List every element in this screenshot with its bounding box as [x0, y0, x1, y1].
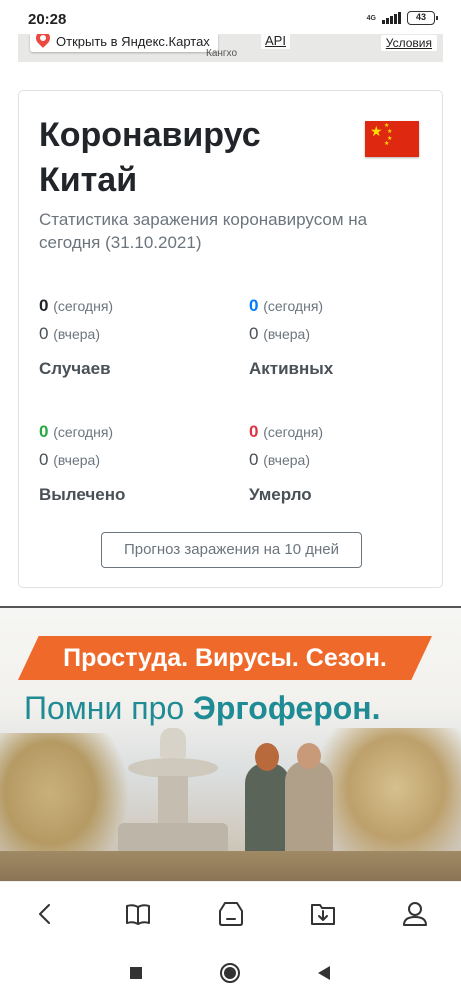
status-bar: 20:28 4G 43	[0, 0, 461, 34]
yesterday-suffix: (вчера)	[263, 452, 310, 468]
active-today: 0 (сегодня)	[249, 296, 439, 316]
ad-tagline: Помни про Эргоферон.	[24, 690, 381, 727]
deaths-yesterday: 0 (вчера)	[249, 450, 439, 470]
stats-subtitle: Статистика заражения коронавирусом на се…	[39, 210, 368, 252]
stat-cases: 0 (сегодня) 0 (вчера) Случаев	[39, 296, 229, 379]
active-yesterday: 0 (вчера)	[249, 324, 439, 344]
active-today-value: 0	[249, 296, 259, 315]
status-indicators: 4G 43	[366, 11, 438, 25]
today-suffix: (сегодня)	[263, 298, 324, 314]
today-suffix: (сегодня)	[53, 424, 114, 440]
browser-bottom-nav	[0, 881, 461, 945]
ad-tagline-prefix: Помни про	[24, 690, 194, 726]
back-icon[interactable]	[30, 899, 60, 929]
battery-icon: 43	[407, 11, 438, 25]
today-suffix: (сегодня)	[263, 424, 324, 440]
forecast-button[interactable]: Прогноз заражения на 10 дней	[101, 532, 362, 568]
china-flag-icon: ★ ★ ★ ★ ★	[365, 121, 419, 157]
title-line-2: Китай	[39, 161, 138, 199]
cases-today-value: 0	[39, 296, 49, 315]
deaths-label: Умерло	[249, 485, 312, 504]
stat-active: 0 (сегодня) 0 (вчера) Активных	[249, 296, 439, 379]
home-icon[interactable]	[218, 961, 242, 985]
deaths-today: 0 (сегодня)	[249, 422, 439, 442]
recovered-today: 0 (сегодня)	[39, 422, 229, 442]
map-api-link[interactable]: API	[261, 34, 290, 49]
bookmarks-icon[interactable]	[123, 899, 153, 929]
flag-star-icon: ★	[370, 123, 383, 139]
recovered-yesterday-value: 0	[39, 450, 49, 469]
downloads-icon[interactable]	[308, 899, 338, 929]
stat-deaths: 0 (сегодня) 0 (вчера) Умерло	[249, 422, 439, 505]
network-type: 4G	[366, 14, 376, 22]
open-in-yandex-maps-label: Открыть в Яндекс.Картах	[56, 34, 210, 49]
deaths-yesterday-value: 0	[249, 450, 259, 469]
recovered-label: Вылечено	[39, 485, 126, 504]
cases-label: Случаев	[39, 359, 111, 378]
map-terms-link[interactable]: Условия	[380, 35, 437, 51]
recent-apps-icon[interactable]	[124, 961, 148, 985]
recovered-today-value: 0	[39, 422, 49, 441]
stat-recovered: 0 (сегодня) 0 (вчера) Вылечено	[39, 422, 229, 505]
cases-today: 0 (сегодня)	[39, 296, 229, 316]
ad-headline: Простуда. Вирусы. Сезон.	[18, 636, 432, 680]
map-pin-icon	[33, 34, 53, 48]
embedded-map[interactable]: Открыть в Яндекс.Картах API Кангхо Услов…	[18, 34, 443, 62]
yesterday-suffix: (вчера)	[53, 326, 100, 342]
stats-card: Коронавирус Китай ★ ★ ★ ★ ★ Статистика з…	[18, 90, 443, 588]
system-nav-bar	[0, 945, 461, 1000]
yesterday-suffix: (вчера)	[263, 326, 310, 342]
today-suffix: (сегодня)	[53, 298, 114, 314]
ad-banner[interactable]: Простуда. Вирусы. Сезон. Помни про Эргоф…	[0, 606, 461, 881]
ad-brand: Эргоферон.	[193, 690, 381, 726]
map-city-label: Кангхо	[206, 48, 238, 59]
active-yesterday-value: 0	[249, 324, 259, 343]
tabs-icon[interactable]	[216, 899, 246, 929]
cases-yesterday-value: 0	[39, 324, 49, 343]
active-label: Активных	[249, 359, 334, 378]
open-in-yandex-maps-link[interactable]: Открыть в Яндекс.Картах	[30, 34, 218, 52]
ad-hedge	[0, 851, 461, 881]
signal-icon	[382, 12, 401, 24]
recovered-yesterday: 0 (вчера)	[39, 450, 229, 470]
title-line-1: Коронавирус	[39, 116, 261, 154]
deaths-today-value: 0	[249, 422, 259, 441]
status-time: 20:28	[28, 11, 67, 28]
flag-star-icon: ★	[384, 141, 390, 147]
page-title: Коронавирус Китай	[39, 113, 359, 203]
cases-yesterday: 0 (вчера)	[39, 324, 229, 344]
yesterday-suffix: (вчера)	[53, 452, 100, 468]
profile-icon[interactable]	[400, 899, 430, 929]
battery-level: 43	[415, 12, 426, 22]
flag-star-icon: ★	[387, 129, 393, 135]
back-triangle-icon[interactable]	[312, 961, 336, 985]
